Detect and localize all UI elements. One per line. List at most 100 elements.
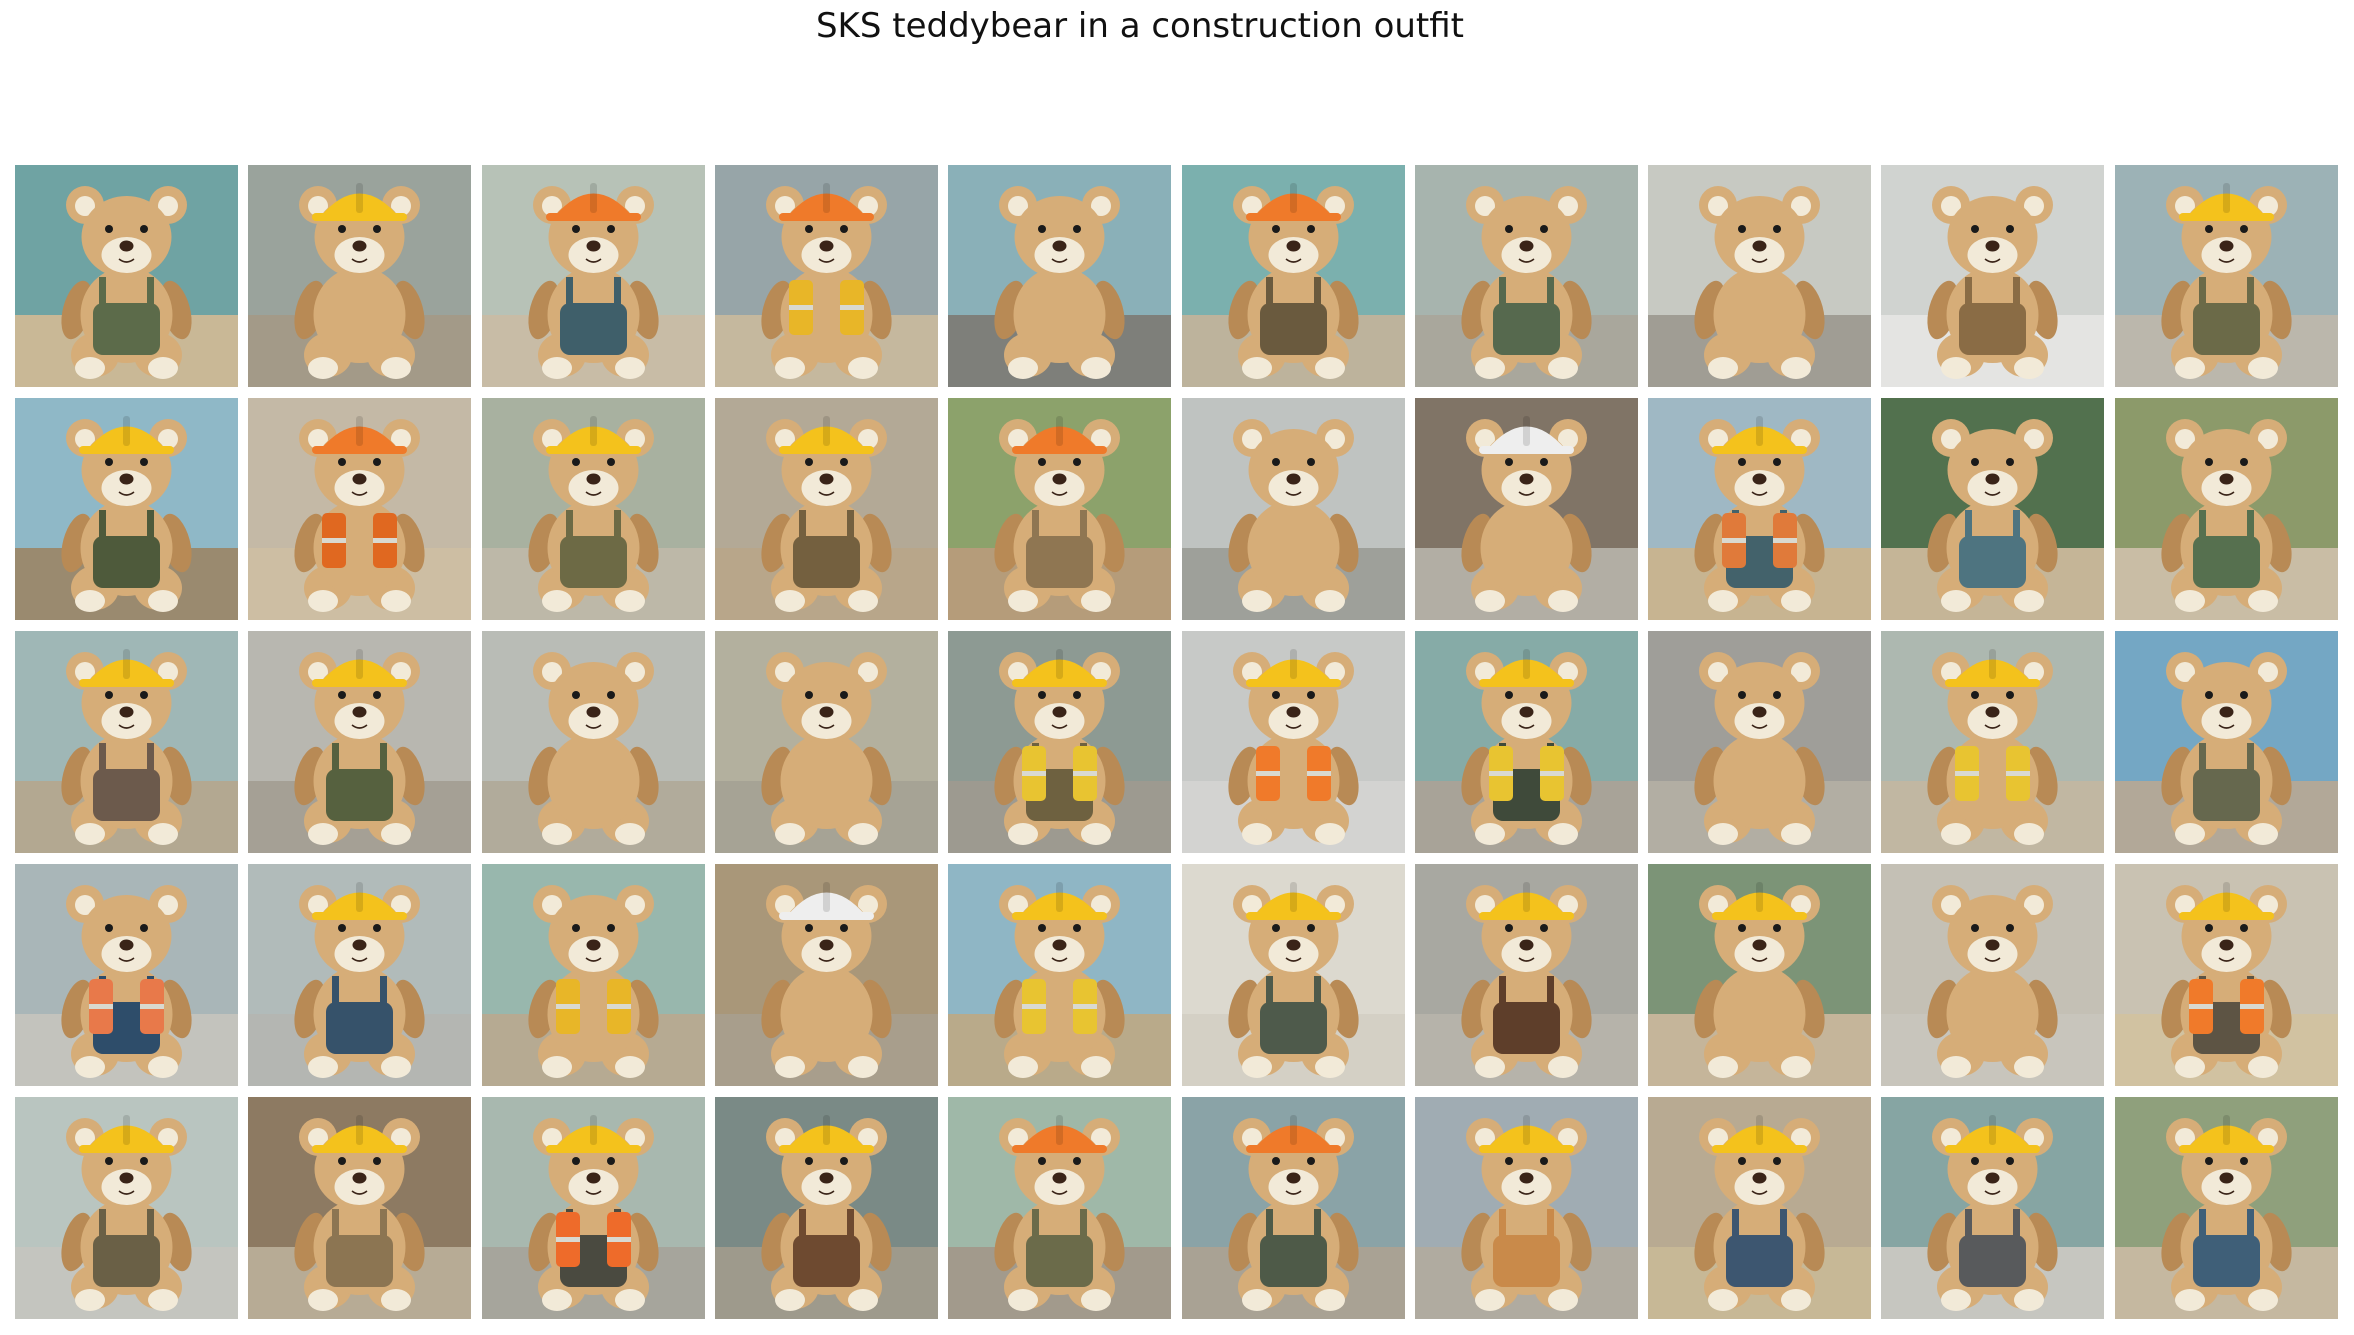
overalls [93, 303, 160, 355]
bear-left-eye [1271, 1157, 1280, 1165]
bear-right-eye [606, 1157, 615, 1165]
hard-hat-ridge [822, 1115, 830, 1145]
bear-image-tile [1181, 864, 1405, 1086]
bear-image-tile [1181, 165, 1405, 387]
bear-left-foot [308, 590, 339, 612]
bear-left-foot [1708, 357, 1739, 379]
overalls-strap-left [1265, 976, 1273, 1006]
bear-left-foot [1241, 1056, 1272, 1078]
bear-right-foot [148, 590, 178, 612]
hard-hat-ridge [356, 882, 364, 912]
bear-nose [1286, 1172, 1300, 1184]
bear-right-eye [606, 225, 615, 233]
bear-right-eye [1306, 691, 1315, 699]
bear-nose [119, 706, 134, 718]
bear-right-foot [1781, 590, 1812, 612]
bear-left-foot [1474, 590, 1505, 612]
bear-right-foot [381, 357, 412, 379]
overalls [1959, 303, 2027, 355]
bear-nose [1985, 473, 2000, 485]
overalls [1492, 1002, 1560, 1054]
bear-photo [1881, 398, 2105, 620]
overalls [1492, 303, 1560, 355]
bear-photo [1181, 398, 1405, 620]
bear-left-foot [1241, 590, 1272, 612]
bear-left-foot [774, 357, 805, 379]
bear-left-eye [2204, 924, 2213, 932]
overalls-strap-right [846, 1209, 854, 1239]
bear-right-foot [614, 823, 645, 845]
overalls [1259, 1002, 1327, 1054]
overalls-strap-right [1080, 1209, 1088, 1239]
overalls-strap-right [1080, 510, 1088, 540]
bear-left-eye [1738, 458, 1747, 466]
overalls-strap-right [1546, 277, 1554, 307]
overalls-strap-left [565, 277, 573, 307]
bear-image-tile [948, 864, 1172, 1086]
hard-hat-brim [1945, 1145, 2041, 1153]
bear-body [1247, 500, 1339, 596]
bear-photo [481, 398, 705, 620]
bear-photo [1181, 864, 1405, 1086]
bear-right-foot [847, 1289, 878, 1311]
overalls [93, 536, 160, 588]
bear-right-eye [1773, 924, 1782, 932]
overalls-strap-right [2246, 1209, 2254, 1239]
bear-right-foot [2247, 357, 2278, 379]
bear-image-tile [2114, 398, 2338, 620]
overalls-strap-left [99, 743, 106, 773]
bear-left-eye [1271, 924, 1280, 932]
bear-left-foot [541, 1289, 572, 1311]
bear-right-eye [373, 924, 382, 932]
overalls-strap-right [613, 277, 621, 307]
bear-right-eye [2006, 1157, 2015, 1165]
bear-photo [948, 631, 1172, 853]
bear-left-foot [1241, 1289, 1272, 1311]
bear-right-eye [1073, 1157, 1082, 1165]
bear-nose [352, 240, 367, 252]
bear-nose [1985, 706, 2000, 718]
hard-hat-brim [545, 446, 641, 454]
bear-nose [819, 1172, 834, 1184]
overalls-strap-right [380, 976, 388, 1006]
bear-right-foot [2014, 1289, 2045, 1311]
bear-left-foot [541, 590, 572, 612]
bear-photo [2114, 864, 2338, 1086]
bear-right-foot [2247, 1056, 2278, 1078]
bear-left-eye [1504, 458, 1513, 466]
bear-left-eye [1738, 691, 1747, 699]
bear-left-eye [804, 924, 813, 932]
hard-hat-ridge [1522, 649, 1530, 679]
overalls-strap-left [1265, 1209, 1273, 1239]
overalls-strap-right [1780, 1209, 1788, 1239]
bear-right-eye [140, 458, 148, 466]
bear-right-foot [2014, 357, 2045, 379]
bear-right-eye [1539, 458, 1548, 466]
bear-image-tile [1648, 631, 1872, 853]
bear-right-foot [1781, 1289, 1812, 1311]
bear-photo [2114, 165, 2338, 387]
bear-left-foot [308, 357, 339, 379]
bear-nose [1752, 939, 1767, 951]
bear-right-eye [1539, 924, 1548, 932]
bear-left-foot [1708, 823, 1739, 845]
bear-nose [119, 473, 134, 485]
overalls-strap-right [147, 743, 154, 773]
hard-hat-ridge [822, 183, 830, 213]
bear-image-tile [481, 864, 705, 1086]
bear-left-eye [338, 924, 347, 932]
bear-left-eye [105, 924, 113, 932]
bear-right-eye [2006, 924, 2015, 932]
hard-hat-ridge [1522, 882, 1530, 912]
hard-hat-brim [1245, 912, 1341, 920]
overalls-strap-right [380, 1209, 388, 1239]
bear-right-eye [373, 225, 382, 233]
vest-reflective-stripe [1073, 771, 1098, 776]
bear-photo [1181, 165, 1405, 387]
bear-left-eye [338, 225, 347, 233]
bear-body [1013, 267, 1106, 363]
bear-right-eye [1306, 924, 1315, 932]
vest-reflective-stripe [140, 1004, 164, 1009]
bear-nose [2219, 473, 2234, 485]
bear-nose [1286, 939, 1300, 951]
